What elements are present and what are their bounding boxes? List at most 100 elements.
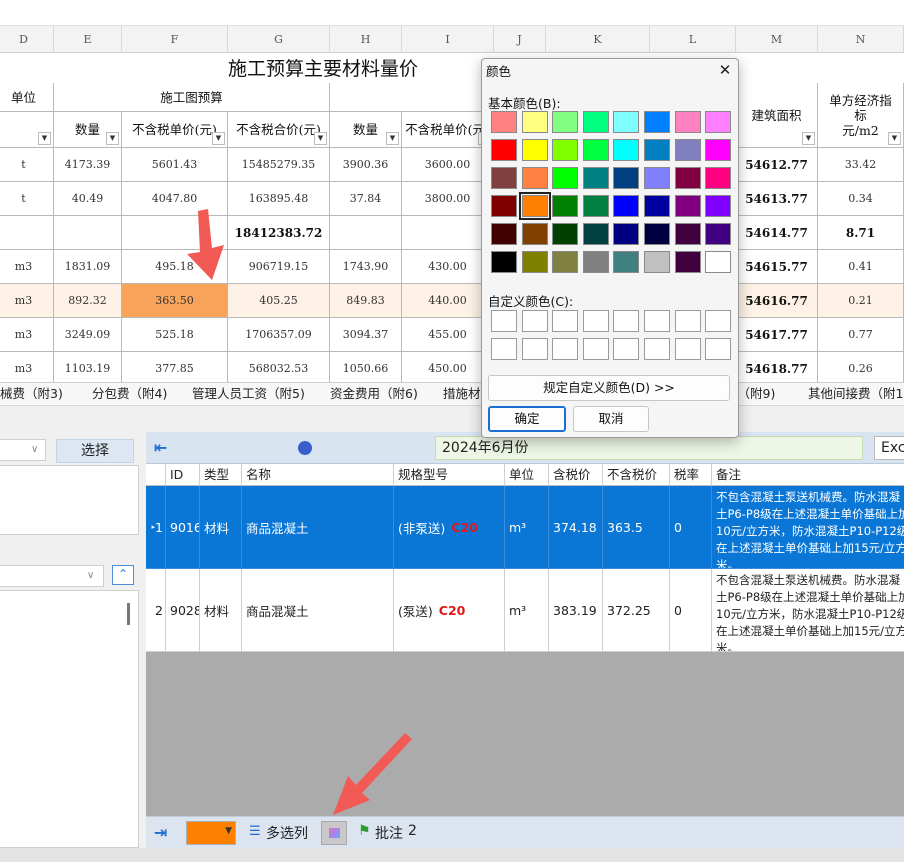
color-swatch[interactable]: [674, 223, 701, 245]
color-swatch[interactable]: [491, 111, 517, 133]
filter-dropdown-icon[interactable]: ▼: [212, 132, 225, 145]
color-swatch[interactable]: [552, 251, 579, 273]
header-unit-filter[interactable]: ▼: [0, 112, 54, 148]
grid-header[interactable]: 税率: [670, 464, 712, 486]
filter-dropdown-icon[interactable]: ▼: [386, 132, 399, 145]
custom-color-slot[interactable]: [644, 338, 670, 360]
cell-area[interactable]: 54616.77: [736, 284, 818, 318]
custom-color-slot[interactable]: [613, 310, 640, 332]
cell-total-price[interactable]: 1706357.09: [228, 318, 330, 352]
color-swatch[interactable]: [644, 139, 670, 161]
color-swatch[interactable]: [674, 139, 701, 161]
color-swatch[interactable]: [644, 195, 670, 217]
close-icon[interactable]: ✕: [714, 59, 736, 81]
column-letter-n[interactable]: N: [818, 26, 904, 53]
filter-dropdown-icon[interactable]: ▼: [38, 132, 51, 145]
tree-list[interactable]: [0, 590, 139, 848]
cell-qty[interactable]: 1103.19: [54, 352, 122, 382]
refresh-icon[interactable]: [298, 441, 312, 455]
header-group-2[interactable]: [330, 83, 494, 112]
color-swatch[interactable]: [521, 111, 548, 133]
color-swatch[interactable]: [613, 139, 640, 161]
filter-dropdown-icon[interactable]: ▼: [314, 132, 327, 145]
cell-qty[interactable]: 892.32: [54, 284, 122, 318]
comment-button[interactable]: 批注: [375, 823, 403, 843]
multi-select-button[interactable]: 多选列: [266, 823, 308, 843]
column-letter-k[interactable]: K: [546, 26, 650, 53]
cell-area[interactable]: 54612.77: [736, 148, 818, 182]
color-swatch[interactable]: [582, 195, 609, 217]
cell-unit[interactable]: m3: [0, 250, 54, 284]
cell-total-price[interactable]: 405.25: [228, 284, 330, 318]
grid-header[interactable]: 不含税价: [603, 464, 670, 486]
color-swatch[interactable]: [705, 139, 732, 161]
header-area[interactable]: 建筑面积 ▼: [736, 83, 818, 148]
color-swatch[interactable]: [705, 111, 732, 133]
cell-unit-price[interactable]: [122, 216, 228, 250]
color-swatch[interactable]: [582, 139, 609, 161]
color-swatch[interactable]: [552, 111, 579, 133]
sheet-tab[interactable]: 管理人员工资（附5): [192, 383, 305, 405]
color-swatch[interactable]: [644, 251, 670, 273]
cell-per-sqm[interactable]: 33.42: [818, 148, 904, 182]
cell-qty[interactable]: 1831.09: [54, 250, 122, 284]
column-letter-g[interactable]: G: [228, 26, 330, 53]
cell-qty[interactable]: 3249.09: [54, 318, 122, 352]
grid-header[interactable]: 名称: [242, 464, 394, 486]
custom-color-slot[interactable]: [552, 310, 579, 332]
cell-total-price[interactable]: 18412383.72: [228, 216, 330, 250]
cell-per-sqm[interactable]: 8.71: [818, 216, 904, 250]
color-swatch[interactable]: [552, 195, 579, 217]
sheet-tab[interactable]: 械费（附3): [0, 383, 63, 405]
back-arrow-icon[interactable]: ⇤: [154, 438, 167, 457]
cell-unit[interactable]: m3: [0, 318, 54, 352]
cell-per-sqm[interactable]: 0.26: [818, 352, 904, 382]
custom-color-slot[interactable]: [521, 310, 548, 332]
cell-unit-price[interactable]: 363.50: [122, 284, 228, 318]
color-swatch[interactable]: [521, 167, 548, 189]
color-swatch[interactable]: [582, 251, 609, 273]
custom-color-slot[interactable]: [552, 338, 579, 360]
filter-dropdown-icon[interactable]: ▼: [888, 132, 901, 145]
color-swatch[interactable]: [705, 167, 732, 189]
cell-total-price[interactable]: 163895.48: [228, 182, 330, 216]
collapse-up-icon[interactable]: ⌃: [112, 565, 134, 585]
custom-color-slot[interactable]: [613, 338, 640, 360]
cell-per-sqm[interactable]: 0.34: [818, 182, 904, 216]
color-swatch[interactable]: [613, 251, 640, 273]
custom-color-slot[interactable]: [644, 310, 670, 332]
cell-qty-2[interactable]: [330, 216, 402, 250]
filter-dropdown-icon[interactable]: ▼: [106, 132, 119, 145]
cell-qty[interactable]: 4173.39: [54, 148, 122, 182]
column-letter-i[interactable]: I: [402, 26, 494, 53]
header-qty[interactable]: 数量 ▼: [54, 112, 122, 148]
cell-unit[interactable]: m3: [0, 352, 54, 382]
sheet-tab[interactable]: 措施材: [443, 383, 481, 405]
color-swatch[interactable]: [491, 223, 517, 245]
color-swatch[interactable]: [613, 195, 640, 217]
filter-dropdown-icon[interactable]: ▼: [802, 132, 815, 145]
sheet-tab[interactable]: 其他间接费（附10: [808, 383, 904, 405]
color-swatch[interactable]: [582, 111, 609, 133]
cell-per-sqm[interactable]: 0.41: [818, 250, 904, 284]
color-swatch[interactable]: [674, 111, 701, 133]
scrollbar-thumb[interactable]: [127, 603, 130, 625]
custom-color-slot[interactable]: [705, 310, 732, 332]
header-qty-2[interactable]: 数量 ▼: [330, 112, 402, 148]
cell-unit[interactable]: m3: [0, 284, 54, 318]
select-button[interactable]: 选择: [56, 439, 134, 463]
category-dropdown[interactable]: ∨: [0, 439, 46, 461]
color-swatch[interactable]: [521, 223, 548, 245]
cell-unit-price[interactable]: 377.85: [122, 352, 228, 382]
custom-color-slot[interactable]: [521, 338, 548, 360]
column-letter-l[interactable]: L: [650, 26, 736, 53]
color-swatch[interactable]: [644, 223, 670, 245]
grid-header[interactable]: 规格型号: [394, 464, 505, 486]
cell-total-price[interactable]: 568032.53: [228, 352, 330, 382]
table-row[interactable]: ▸ 1 9016 材料 商品混凝土 (非泵送) C20 m³ 374.18 363.5 0 不包含混…: [146, 486, 904, 569]
export-excel-button[interactable]: Exc: [874, 436, 904, 460]
color-swatch[interactable]: [521, 139, 548, 161]
price-period-field[interactable]: 2024年6月份: [435, 436, 863, 460]
grid-header[interactable]: 备注: [712, 464, 904, 486]
cell-per-sqm[interactable]: 0.77: [818, 318, 904, 352]
